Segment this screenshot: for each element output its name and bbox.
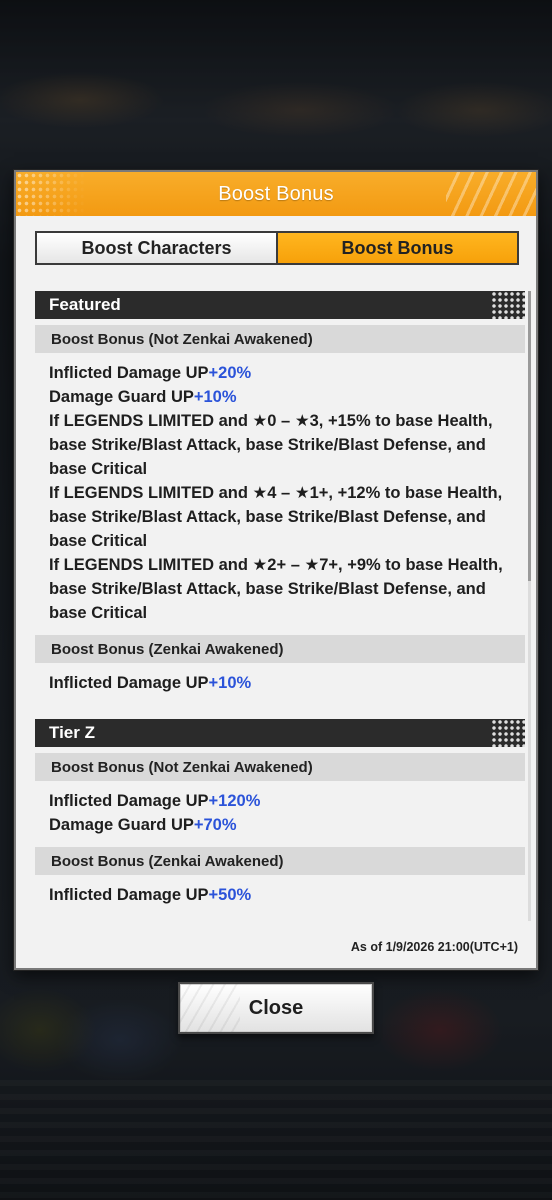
bonus-text: Inflicted Damage UP [49,792,209,810]
bonus-entries: Inflicted Damage UP+20% Damage Guard UP+1… [35,353,525,635]
bonus-text: Inflicted Damage UP [49,674,209,692]
close-button[interactable]: Close [178,982,374,1034]
bonus-entry: Inflicted Damage UP+120% [49,789,519,813]
close-button-label: Close [248,996,304,1019]
bonus-entry: Inflicted Damage UP+10% [49,671,519,695]
bonus-value: +70% [193,816,237,834]
bonus-list-scroll[interactable]: Featured Boost Bonus (Not Zenkai Awakened… [35,291,525,921]
dialog-header: Boost Bonus [16,172,536,216]
bonus-entry: Damage Guard UP+10% [49,385,519,409]
timestamp: As of 1/9/2026 21:00(UTC+1) [350,940,518,954]
section-header: Tier Z [35,719,525,747]
bonus-text: If LEGENDS LIMITED and ★2+ – ★7+, +9% to… [49,556,503,622]
bonus-value: +120% [208,792,261,810]
scrollbar-thumb[interactable] [528,291,531,581]
bonus-text: Damage Guard UP [49,388,194,406]
bonus-text: If LEGENDS LIMITED and ★0 – ★3, +15% to … [49,412,493,478]
bonus-entry: If LEGENDS LIMITED and ★4 – ★1+, +12% to… [49,481,519,553]
section-header: Featured [35,291,525,319]
bonus-value: +20% [208,364,252,382]
tab-boost-characters[interactable]: Boost Characters [37,233,276,263]
group-header: Boost Bonus (Not Zenkai Awakened) [35,753,525,781]
bonus-entries: Inflicted Damage UP+10% [35,663,525,705]
bonus-entry: Inflicted Damage UP+50% [49,883,519,907]
bonus-entry: Damage Guard UP+70% [49,813,519,837]
bonus-value: +10% [208,674,252,692]
tab-boost-bonus[interactable]: Boost Bonus [278,233,517,263]
bonus-text: Inflicted Damage UP [49,886,209,904]
boost-bonus-dialog: Boost Bonus Boost Characters Boost Bonus… [14,170,538,970]
group-header: Boost Bonus (Zenkai Awakened) [35,847,525,875]
dialog-title: Boost Bonus [218,182,334,205]
bonus-text: If LEGENDS LIMITED and ★4 – ★1+, +12% to… [49,484,503,550]
group-header: Boost Bonus (Zenkai Awakened) [35,635,525,663]
group-header: Boost Bonus (Not Zenkai Awakened) [35,325,525,353]
bonus-value: +50% [208,886,252,904]
tab-bar: Boost Characters Boost Bonus [35,231,519,265]
scroll-fade [35,907,525,921]
bonus-entry: If LEGENDS LIMITED and ★0 – ★3, +15% to … [49,409,519,481]
bonus-entries: Inflicted Damage UP+120% Damage Guard UP+… [35,781,525,847]
bonus-text: Damage Guard UP [49,816,194,834]
bonus-value: +10% [193,388,237,406]
scrollbar[interactable] [528,291,531,921]
bonus-entry: Inflicted Damage UP+20% [49,361,519,385]
bonus-text: Inflicted Damage UP [49,364,209,382]
bonus-entry: If LEGENDS LIMITED and ★2+ – ★7+, +9% to… [49,553,519,625]
